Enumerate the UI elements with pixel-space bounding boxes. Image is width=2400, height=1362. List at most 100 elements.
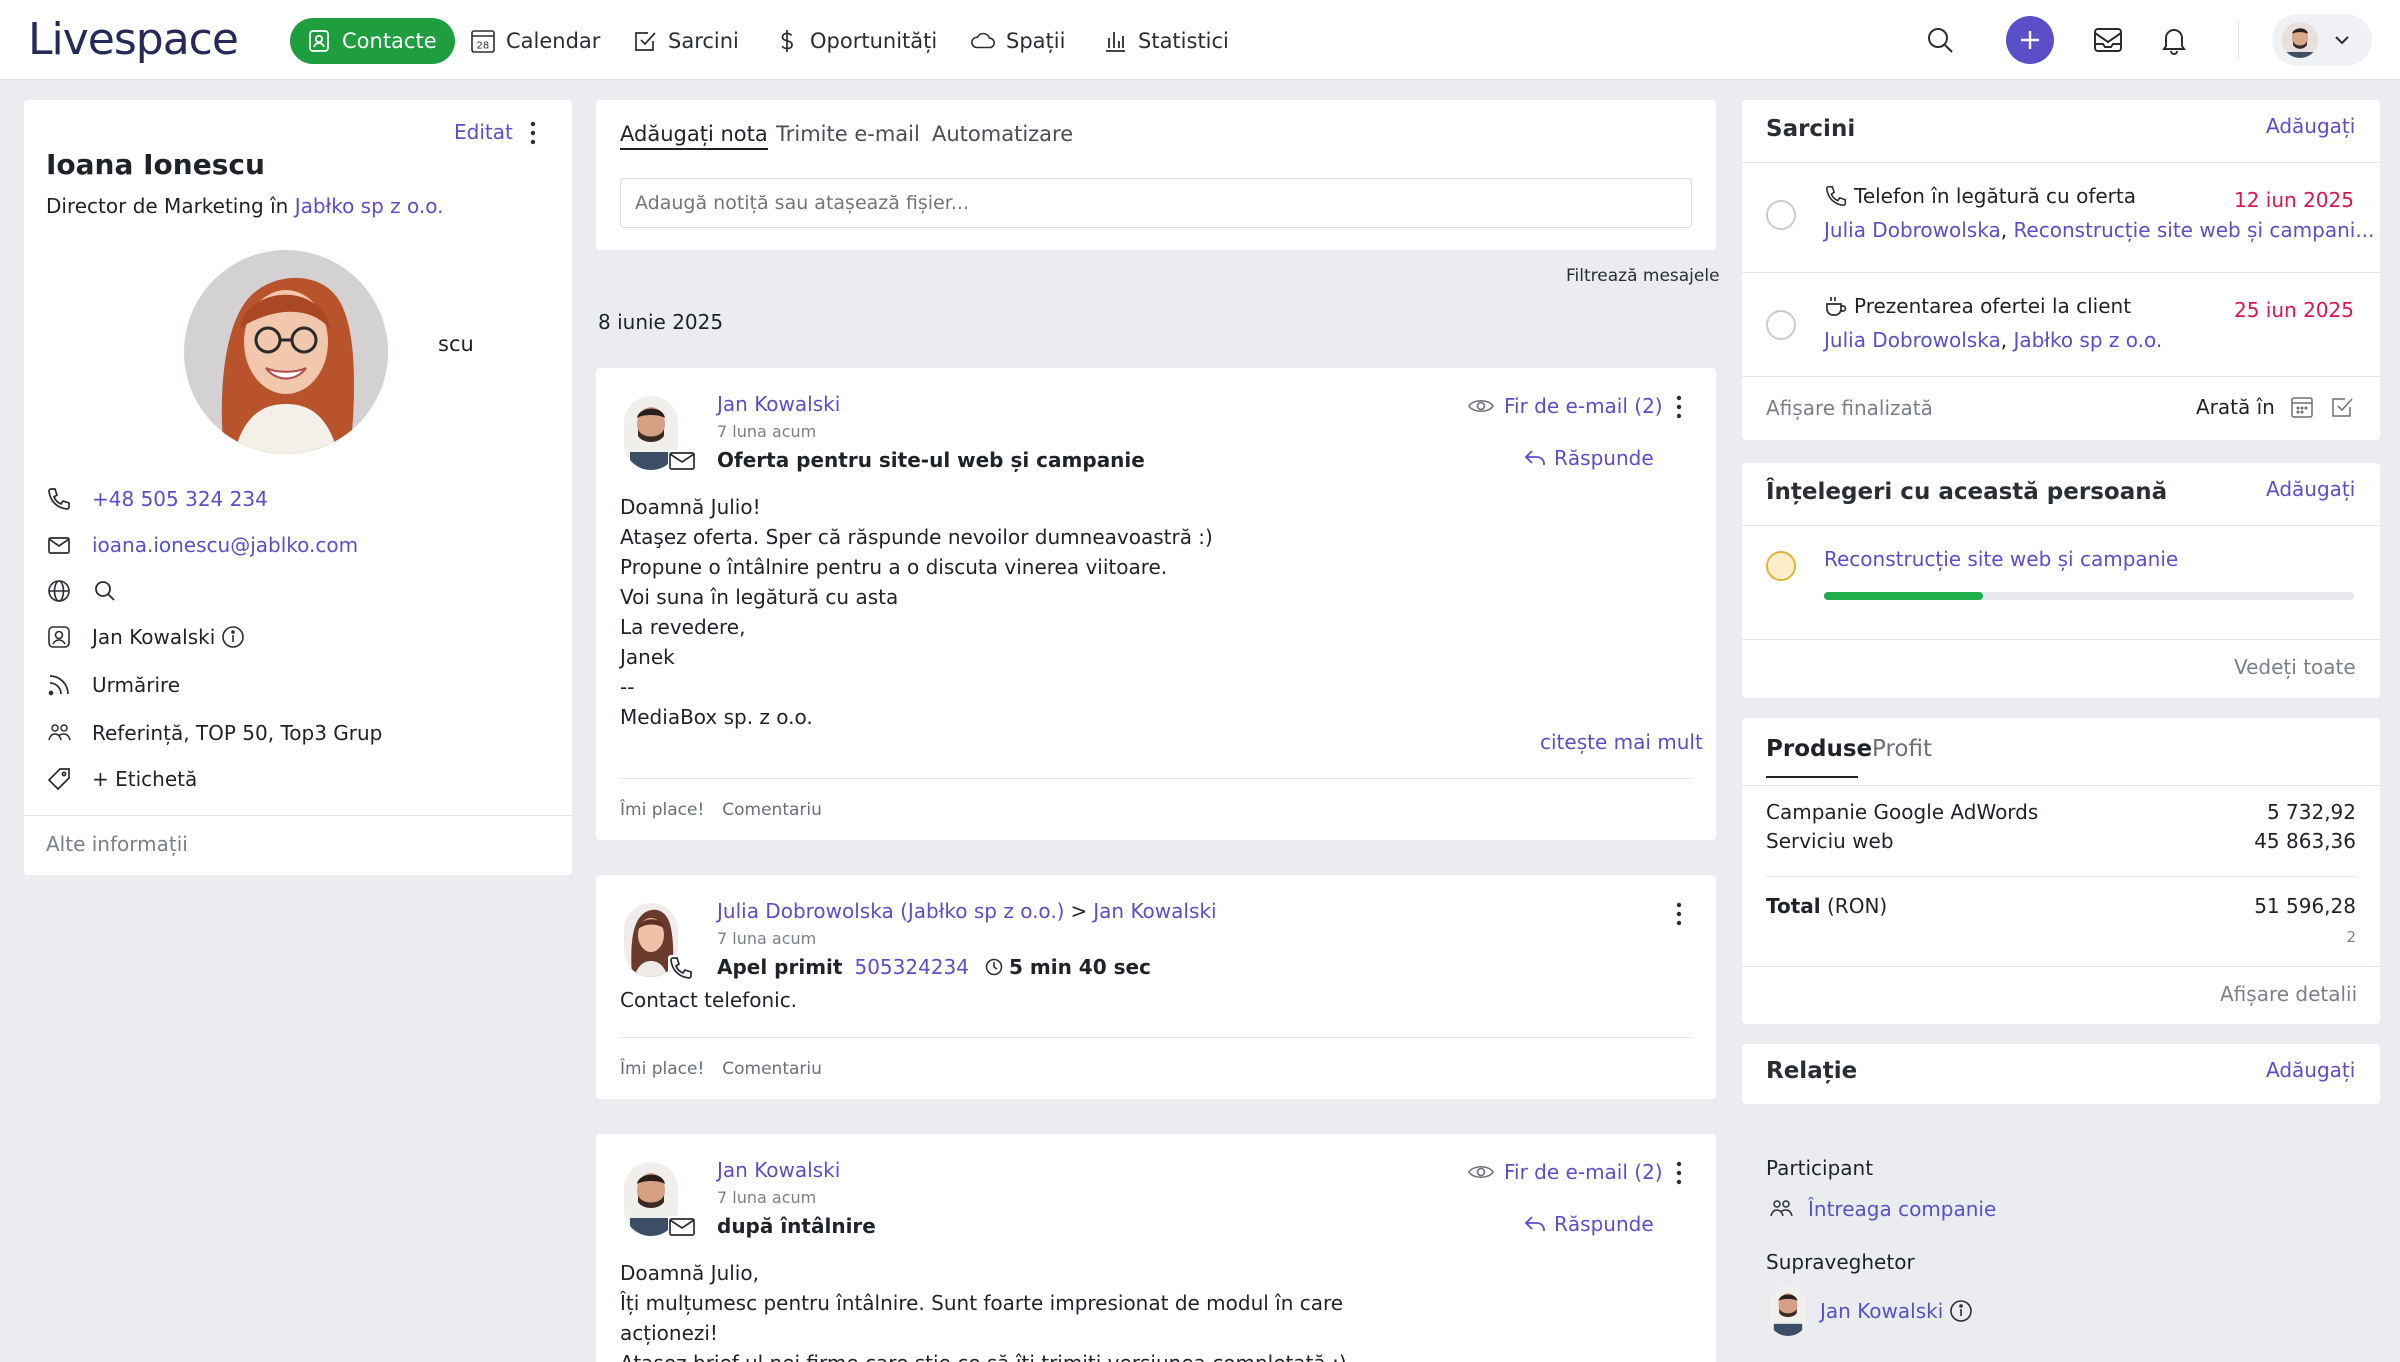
task-deal-link[interactable]: Reconstrucție site web și campani...	[2013, 218, 2374, 242]
nav-tasks[interactable]: Sarcini	[632, 18, 739, 64]
nav-contacts[interactable]: Contacte	[290, 18, 455, 64]
like-button[interactable]: Îmi place!	[620, 1059, 704, 1079]
call-type-label: Apel primit	[717, 955, 843, 979]
deal-link[interactable]: Reconstrucție site web și campanie	[1824, 547, 2178, 571]
email-thread-link[interactable]: Fir de e-mail (2)	[1468, 394, 1663, 418]
globe-icon	[46, 578, 72, 604]
product-value: 45 863,36	[2254, 829, 2356, 853]
info-icon[interactable]	[221, 625, 245, 649]
livespace-logo[interactable]: Livespace	[28, 14, 239, 65]
task-complete-checkbox[interactable]	[1766, 200, 1796, 230]
add-task-link[interactable]: Adăugați	[2266, 114, 2355, 138]
group-people-icon	[46, 720, 72, 746]
edit-contact-link[interactable]: Editat	[454, 120, 513, 144]
tab-add-note[interactable]: Adăugați nota	[620, 122, 768, 150]
note-composer: Adăugați nota Trimite e-mail Automatizar…	[596, 100, 1716, 250]
info-icon[interactable]	[1949, 1299, 1973, 1323]
contact-company-link[interactable]: Jabłko sp z o.o.	[295, 194, 444, 218]
reply-icon	[1524, 449, 1546, 467]
contact-tag-row[interactable]: + Etichetă	[46, 766, 197, 792]
message-author-link[interactable]: Jan Kowalski	[717, 392, 840, 416]
tab-send-email[interactable]: Trimite e-mail	[776, 122, 920, 146]
nav-statistics[interactable]: Statistici	[1102, 18, 1229, 64]
notifications-button[interactable]	[2150, 16, 2198, 64]
contact-phone-link[interactable]: +48 505 324 234	[92, 487, 268, 511]
caller-link[interactable]: Julia Dobrowolska (Jabłko sp z o.o.)	[717, 899, 1064, 923]
divider	[1742, 785, 2380, 786]
divider	[1742, 272, 2380, 273]
reply-button[interactable]: Răspunde	[1524, 446, 1654, 470]
contact-more-menu[interactable]	[528, 118, 538, 153]
search-icon	[1925, 25, 1955, 55]
chevron-down-icon	[2334, 35, 2350, 45]
task-view-icon[interactable]	[2329, 394, 2355, 420]
tab-products[interactable]: Produse	[1766, 736, 1872, 778]
add-relation-link[interactable]: Adăugați	[2266, 1058, 2355, 1082]
task-title-row[interactable]: Prezentarea ofertei la client	[1824, 294, 2131, 318]
nav-spaces[interactable]: Spații	[970, 18, 1065, 64]
phone-icon	[46, 486, 72, 512]
participants-separator: >	[1070, 899, 1088, 923]
search-button[interactable]	[1916, 16, 1964, 64]
message-author-link[interactable]: Jan Kowalski	[717, 1158, 840, 1182]
tab-profit[interactable]: Profit	[1872, 736, 1932, 762]
show-completed-link[interactable]: Afișare finalizată	[1766, 396, 1933, 420]
message-more-menu[interactable]	[1674, 392, 1684, 427]
call-number-link[interactable]: 505324234	[854, 955, 969, 979]
task-complete-checkbox[interactable]	[1766, 310, 1796, 340]
nav-calendar-label: Calendar	[506, 29, 601, 53]
add-new-button[interactable]	[2006, 16, 2054, 64]
calendar-view-icon[interactable]	[2289, 394, 2315, 420]
read-more-link[interactable]: citește mai mult	[1540, 730, 1703, 754]
add-deal-link[interactable]: Adăugați	[2266, 477, 2355, 501]
participant-row[interactable]: Întreaga companie	[1768, 1196, 1996, 1222]
email-thread-link[interactable]: Fir de e-mail (2)	[1468, 1160, 1663, 1184]
show-details-link[interactable]: Afișare detalii	[2220, 982, 2357, 1006]
filter-messages-link[interactable]: Filtrează mesajele	[1566, 266, 1720, 286]
tag-icon	[46, 766, 72, 792]
more-info-link[interactable]: Alte informații	[46, 832, 188, 856]
note-input[interactable]	[620, 178, 1692, 228]
contact-email-link[interactable]: ioana.ionescu@jablko.com	[92, 533, 358, 557]
task-person-link[interactable]: Julia Dobrowolska	[1824, 328, 2001, 352]
dollar-icon	[774, 28, 800, 54]
nav-opportunities[interactable]: Oportunități	[774, 18, 937, 64]
see-all-deals-link[interactable]: Vedeți toate	[2234, 655, 2356, 679]
message-more-menu[interactable]	[1674, 1158, 1684, 1193]
task-person-link[interactable]: Julia Dobrowolska	[1824, 218, 2001, 242]
show-in-label: Arată în	[2196, 395, 2275, 419]
contact-groups: Referință, TOP 50, Top3 Grup	[92, 721, 383, 745]
message-more-menu[interactable]	[1674, 899, 1684, 934]
reply-label: Răspunde	[1554, 1212, 1654, 1236]
participant-link[interactable]: Întreaga companie	[1808, 1197, 1996, 1221]
bell-icon	[2159, 25, 2189, 55]
comment-button[interactable]: Comentariu	[722, 1059, 822, 1079]
deals-panel: Înțelegeri cu această persoană Adăugați …	[1742, 463, 2380, 698]
inbox-button[interactable]	[2084, 16, 2132, 64]
search-web-icon[interactable]	[92, 578, 118, 604]
task-due-date: 25 iun 2025	[2234, 298, 2354, 322]
participant-label: Participant	[1766, 1156, 1874, 1180]
tasks-title: Sarcini	[1766, 116, 1856, 142]
comment-button[interactable]: Comentariu	[722, 800, 822, 820]
nav-statistics-label: Statistici	[1138, 29, 1229, 53]
recipient-link[interactable]: Jan Kowalski	[1093, 899, 1216, 923]
divider	[1742, 639, 2380, 640]
message-actions: Îmi place! Comentariu	[620, 1059, 822, 1079]
product-name: Serviciu web	[1766, 829, 1894, 853]
task-company-link[interactable]: Jabłko sp z o.o.	[2013, 328, 2162, 352]
nav-calendar[interactable]: 28 Calendar	[470, 18, 600, 64]
deal-progress-bar	[1824, 592, 2354, 600]
contact-follow-row[interactable]: Urmărire	[46, 672, 180, 698]
tab-automation[interactable]: Automatizare	[932, 122, 1073, 146]
email-thread-label: Fir de e-mail (2)	[1504, 394, 1663, 418]
user-menu[interactable]	[2272, 14, 2372, 66]
top-navigation-bar: Livespace Contacte 28 Calendar Sarcini O…	[0, 0, 2400, 80]
kebab-menu-icon	[1674, 899, 1684, 929]
reply-button[interactable]: Răspunde	[1524, 1212, 1654, 1236]
task-title-row[interactable]: Telefon în legătură cu oferta	[1824, 184, 2136, 208]
like-button[interactable]: Îmi place!	[620, 800, 704, 820]
timeline-call-card: Julia Dobrowolska (Jabłko sp z o.o.) > J…	[596, 875, 1716, 1099]
supervisor-link[interactable]: Jan Kowalski	[1820, 1299, 1943, 1323]
contact-groups-row[interactable]: Referință, TOP 50, Top3 Grup	[46, 720, 382, 746]
